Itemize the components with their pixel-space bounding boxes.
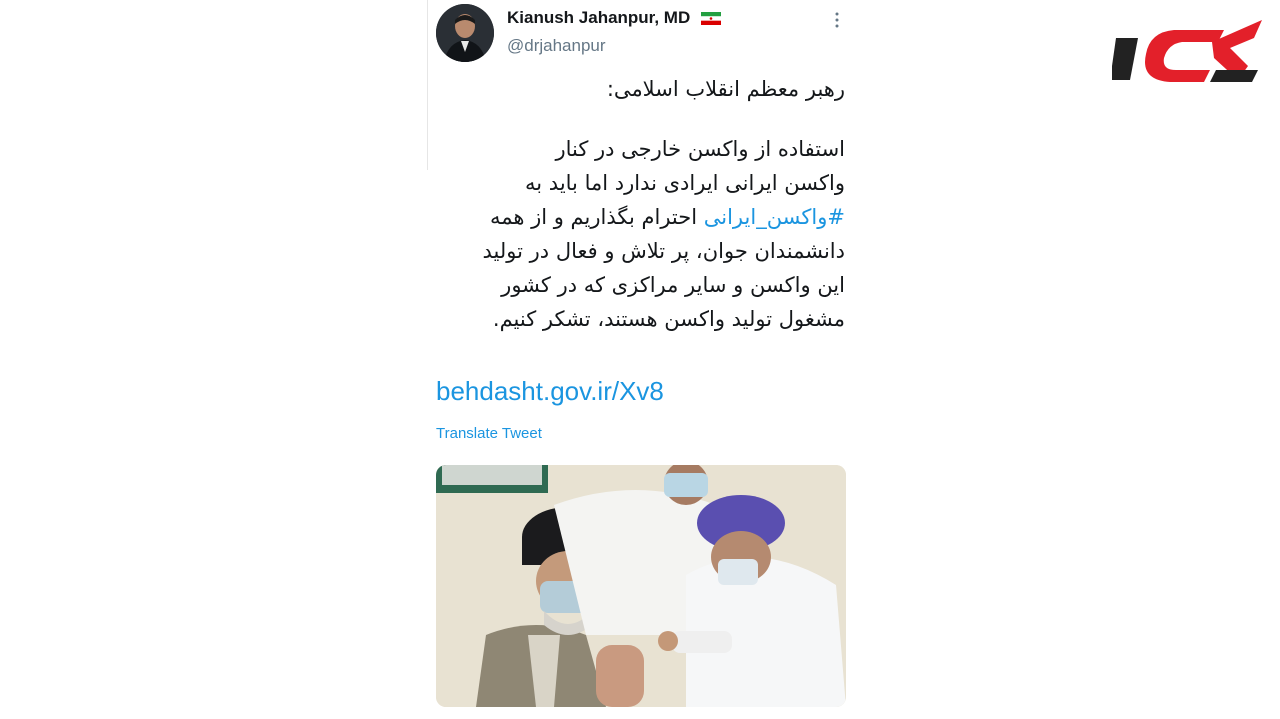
more-options-icon[interactable] xyxy=(832,10,842,30)
tweet-line: دانشمندان جوان، پر تلاش و فعال در تولید xyxy=(482,239,845,263)
display-name[interactable]: Kianush Jahanpur, MD xyxy=(507,8,721,28)
tweet-line-text: احترام بگذاریم و از همه xyxy=(489,205,704,229)
tweet-text: رهبر معظم انقلاب اسلامی: استفاده از واکس… xyxy=(430,72,845,336)
hashtag-link[interactable]: #واکسن_ایرانی xyxy=(704,205,845,229)
display-name-text: Kianush Jahanpur, MD xyxy=(507,8,691,27)
rokna-logo xyxy=(1112,20,1262,82)
tweet-link[interactable]: behdasht.gov.ir/Xv8 xyxy=(436,376,664,407)
tweet-line: رهبر معظم انقلاب اسلامی: xyxy=(606,77,845,101)
tweet-line: استفاده از واکسن خارجی در کنار xyxy=(555,137,845,161)
tweet-line: این واکسن و سایر مراکزی که در کشور xyxy=(501,273,845,297)
tweet-line: واکسن ایرانی ایرادی ندارد اما باید به xyxy=(525,171,845,195)
avatar[interactable] xyxy=(436,4,494,62)
iran-flag-icon xyxy=(700,12,721,26)
tweet-line-with-hashtag: #واکسن_ایرانی احترام بگذاریم و از همه xyxy=(430,200,845,234)
avatar-photo xyxy=(436,4,494,62)
user-handle[interactable]: @drjahanpur xyxy=(507,36,606,56)
media-image xyxy=(436,465,846,707)
tweet-media-photo[interactable] xyxy=(436,465,846,707)
translate-tweet-button[interactable]: Translate Tweet xyxy=(436,425,542,442)
tweet-line: مشغول تولید واکسن هستند، تشکر کنیم. xyxy=(492,307,845,331)
card-divider xyxy=(427,0,428,170)
